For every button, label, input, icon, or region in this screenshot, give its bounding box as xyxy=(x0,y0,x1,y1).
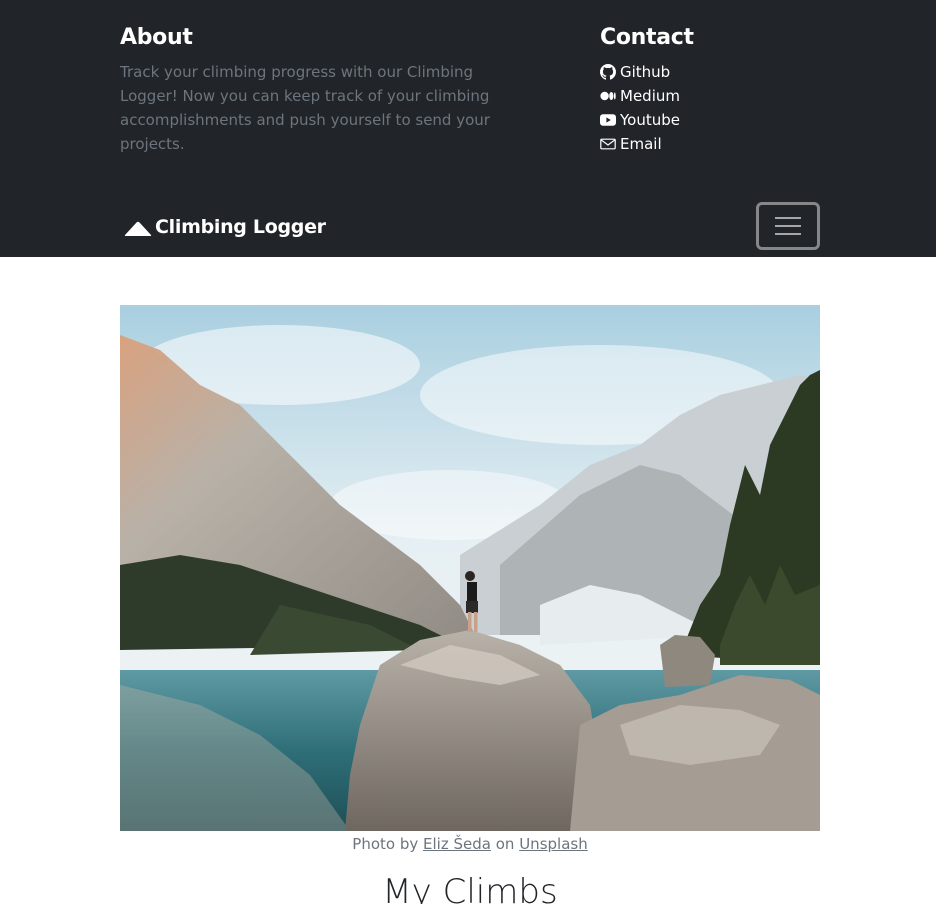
mountain-lake-image xyxy=(120,305,820,831)
about-section: About Track your climbing progress with … xyxy=(120,24,530,156)
navbar-brand[interactable]: Climbing Logger xyxy=(124,211,326,243)
youtube-link[interactable]: Youtube xyxy=(600,111,680,129)
email-link[interactable]: Email xyxy=(600,135,662,153)
github-label: Github xyxy=(620,63,671,81)
about-text: Track your climbing progress with our Cl… xyxy=(120,63,490,153)
brand-name: Climbing Logger xyxy=(155,216,326,238)
medium-label: Medium xyxy=(620,87,680,105)
footer-info-header: About Track your climbing progress with … xyxy=(0,0,936,257)
email-label: Email xyxy=(620,135,662,153)
page-title: My Climbs xyxy=(382,872,558,904)
navbar-toggler-button[interactable] xyxy=(756,202,820,250)
photo-credit: Photo by Eliz Šeda on Unsplash xyxy=(120,832,820,856)
mountain-icon xyxy=(124,216,152,238)
contact-item-github: Github xyxy=(600,60,840,84)
medium-icon xyxy=(600,88,616,104)
medium-link[interactable]: Medium xyxy=(600,87,680,105)
caption-prefix: Photo by xyxy=(352,835,419,853)
github-icon xyxy=(600,64,616,80)
photo-author-link[interactable]: Eliz Šeda xyxy=(423,835,491,853)
contact-section: Contact Github Medium Youtube Email xyxy=(600,24,840,156)
contact-item-youtube: Youtube xyxy=(600,108,840,132)
contact-list: Github Medium Youtube Email xyxy=(600,60,840,156)
youtube-icon xyxy=(600,112,616,128)
caption-mid: on xyxy=(495,835,515,853)
email-icon xyxy=(600,136,616,152)
contact-item-email: Email xyxy=(600,132,840,156)
photo-source-link[interactable]: Unsplash xyxy=(519,835,588,853)
hamburger-icon xyxy=(775,211,801,241)
hero-photo xyxy=(120,305,820,831)
contact-item-medium: Medium xyxy=(600,84,840,108)
github-link[interactable]: Github xyxy=(600,63,670,81)
contact-heading: Contact xyxy=(600,25,694,50)
about-heading: About xyxy=(120,25,193,50)
youtube-label: Youtube xyxy=(620,111,680,129)
